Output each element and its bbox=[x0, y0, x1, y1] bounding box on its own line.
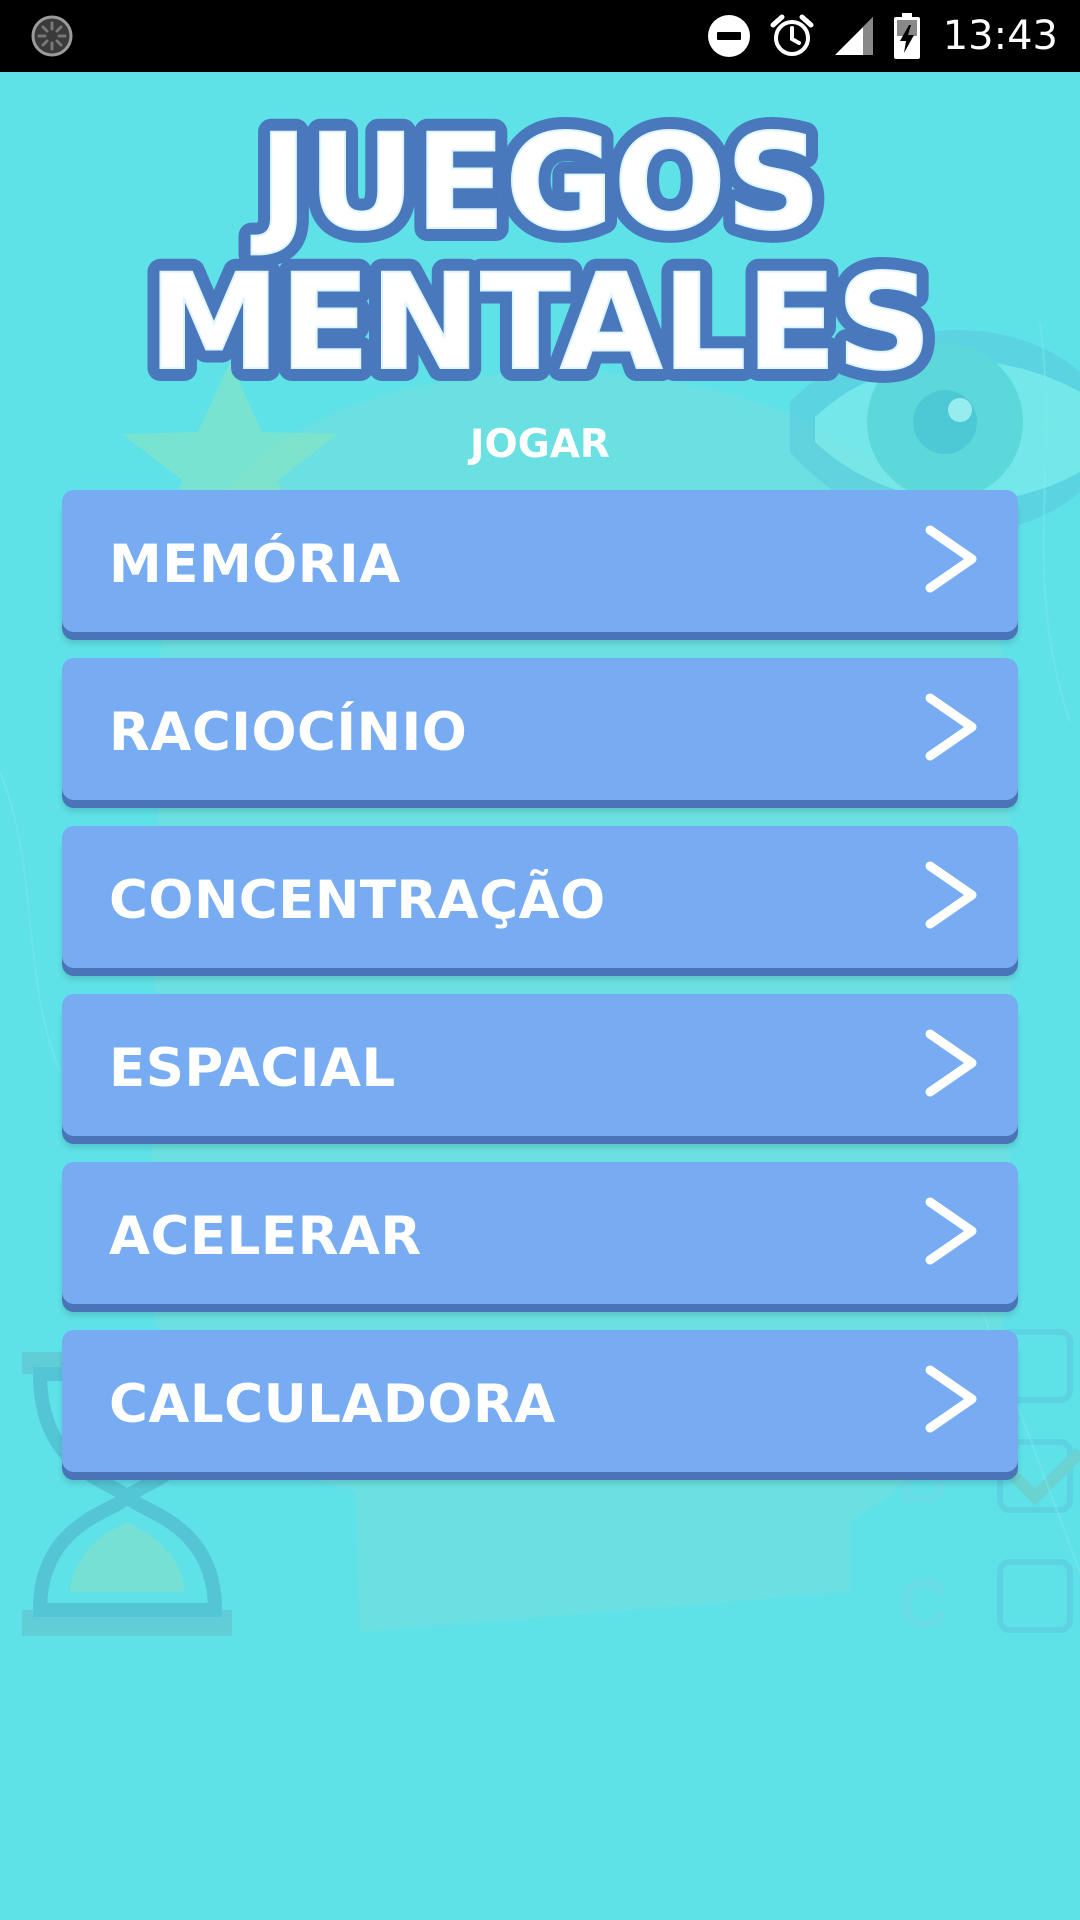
menu-item-calculadora[interactable]: CALCULADORA bbox=[62, 1330, 1018, 1472]
app-screen: B C JUEGOS JUEGOS MENTALES MENTALES JOGA… bbox=[0, 72, 1080, 1920]
menu-item-label: RACIOCÍNIO bbox=[109, 702, 468, 763]
game-category-menu: MEMÓRIA RACIOCÍNIO CONCENTRAÇÃO ESPACIAL… bbox=[62, 490, 1018, 1498]
chevron-right-icon bbox=[925, 525, 977, 593]
status-time: 13:43 bbox=[942, 13, 1058, 59]
menu-item-espacial[interactable]: ESPACIAL bbox=[62, 994, 1018, 1136]
menu-item-concentracao[interactable]: CONCENTRAÇÃO bbox=[62, 826, 1018, 968]
chevron-right-icon bbox=[925, 861, 977, 929]
chevron-right-icon bbox=[925, 693, 977, 761]
menu-item-acelerar[interactable]: ACELERAR bbox=[62, 1162, 1018, 1304]
do-not-disturb-icon bbox=[707, 15, 750, 57]
section-label-play: JOGAR bbox=[470, 422, 610, 467]
menu-item-memoria[interactable]: MEMÓRIA bbox=[62, 490, 1018, 632]
menu-item-raciocinio[interactable]: RACIOCÍNIO bbox=[62, 658, 1018, 800]
chevron-right-icon bbox=[925, 1029, 977, 1097]
alarm-icon bbox=[770, 14, 814, 56]
menu-item-label: CALCULADORA bbox=[109, 1374, 556, 1435]
menu-item-label: ACELERAR bbox=[109, 1206, 422, 1267]
signal-icon bbox=[834, 17, 873, 55]
loading-icon bbox=[31, 15, 73, 57]
status-bar: 13:43 bbox=[0, 0, 1080, 72]
menu-item-label: CONCENTRAÇÃO bbox=[109, 870, 606, 931]
logo-line1: JUEGOS bbox=[251, 106, 821, 260]
menu-item-label: MEMÓRIA bbox=[109, 534, 401, 595]
letter-c-decoration: C bbox=[898, 1564, 949, 1642]
chevron-right-icon bbox=[925, 1197, 977, 1265]
battery-charging-icon bbox=[893, 13, 920, 59]
logo-line2: MENTALES bbox=[148, 246, 931, 400]
menu-item-label: ESPACIAL bbox=[109, 1038, 396, 1099]
app-logo: JUEGOS JUEGOS MENTALES MENTALES bbox=[140, 100, 940, 400]
chevron-right-icon bbox=[925, 1365, 977, 1433]
